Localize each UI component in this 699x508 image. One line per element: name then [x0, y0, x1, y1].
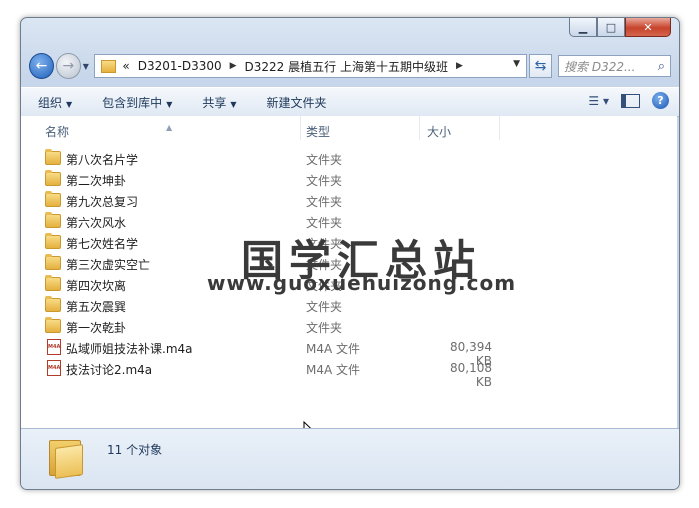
view-options-icon[interactable]: ☰ ▾: [588, 94, 609, 108]
recent-pages-dropdown[interactable]: ▼: [83, 62, 91, 71]
file-list: ▲ 名称 类型 大小 第八次名片学 文件夹 第二次坤卦 文件夹 第九次总复习 文…: [21, 116, 677, 439]
file-type: 文件夹: [306, 300, 343, 314]
file-name: 第七次姓名学: [66, 237, 139, 251]
breadcrumb-item[interactable]: D3201-D3300: [138, 59, 222, 73]
new-folder-label: 新建文件夹: [266, 95, 327, 110]
folder-icon: [45, 149, 61, 165]
forward-arrow-icon: →: [62, 58, 75, 74]
include-in-library-menu[interactable]: 包含到库中 ▼: [102, 94, 172, 111]
file-name: 第九次总复习: [66, 195, 139, 209]
breadcrumb-separator-icon[interactable]: ▶: [230, 61, 237, 71]
folder-icon: [45, 254, 61, 270]
close-button[interactable]: ✕: [625, 18, 671, 37]
folder-icon: [101, 59, 117, 73]
file-name: 弘域师姐技法补课.m4a: [66, 342, 193, 356]
file-row[interactable]: 第二次坤卦 文件夹: [21, 169, 677, 190]
address-bar[interactable]: « D3201-D3300 ▶ D3222 晨植五行 上海第十五期中级班 ▶ ▼: [94, 54, 528, 78]
column-headers: ▲ 名称 类型 大小: [21, 116, 677, 141]
navigation-bar: ← → ▼ « D3201-D3300 ▶ D3222 晨植五行 上海第十五期中…: [29, 49, 672, 83]
file-row[interactable]: 第七次姓名学 文件夹: [21, 232, 677, 253]
column-divider[interactable]: [499, 116, 500, 140]
column-divider[interactable]: [419, 116, 420, 140]
breadcrumb-separator-icon[interactable]: ▶: [456, 61, 463, 71]
help-icon[interactable]: ?: [652, 92, 669, 109]
file-name: 第三次虚实空亡: [66, 258, 151, 272]
sort-ascending-icon: ▲: [166, 123, 173, 132]
command-bar: 组织 ▼ 包含到库中 ▼ 共享 ▼ 新建文件夹 ☰ ▾ ?: [21, 87, 679, 117]
file-type: 文件夹: [306, 195, 343, 209]
column-header-size[interactable]: 大小: [427, 123, 451, 140]
chevron-down-icon: ▼: [166, 99, 173, 109]
refresh-icon: ⇆: [534, 58, 547, 74]
column-divider[interactable]: [300, 116, 301, 140]
refresh-button[interactable]: ⇆: [529, 54, 553, 78]
audio-file-icon: M4A: [47, 360, 61, 376]
object-count: 11 个对象: [107, 443, 163, 457]
file-row[interactable]: 第一次乾卦 文件夹: [21, 316, 677, 337]
column-header-name[interactable]: 名称: [45, 123, 69, 140]
organize-menu[interactable]: 组织 ▼: [38, 94, 72, 111]
organize-label: 组织: [38, 95, 63, 110]
folder-icon: [45, 317, 61, 333]
file-name: 第四次坎离: [66, 279, 127, 293]
file-type: 文件夹: [306, 279, 343, 293]
audio-file-icon: M4A: [47, 339, 61, 355]
maximize-button[interactable]: □: [597, 18, 625, 37]
file-type: 文件夹: [306, 237, 343, 251]
view-controls: ☰ ▾ ?: [588, 92, 669, 109]
file-row[interactable]: M4A 弘域师姐技法补课.m4a M4A 文件 80,394 KB: [21, 337, 677, 368]
file-type: 文件夹: [306, 153, 343, 167]
file-name: 技法讨论2.m4a: [66, 363, 153, 377]
file-row[interactable]: 第四次坎离 文件夹: [21, 274, 677, 295]
file-row[interactable]: 第六次风水 文件夹: [21, 211, 677, 232]
folder-icon: [45, 212, 61, 228]
file-name: 第二次坤卦: [66, 174, 127, 188]
caption-buttons: ▁ □ ✕: [569, 18, 671, 37]
minimize-button[interactable]: ▁: [569, 18, 597, 37]
share-menu[interactable]: 共享 ▼: [202, 94, 236, 111]
search-input[interactable]: 搜索 D322... ⌕: [558, 55, 672, 77]
file-row[interactable]: 第五次震巽 文件夹: [21, 295, 677, 316]
file-type: M4A 文件: [306, 363, 361, 377]
share-label: 共享: [202, 95, 227, 110]
folder-icon: [45, 296, 61, 312]
file-type: 文件夹: [306, 216, 343, 230]
file-size: 80,108 KB: [450, 361, 492, 389]
file-type: 文件夹: [306, 258, 343, 272]
breadcrumb-item-current[interactable]: D3222 晨植五行 上海第十五期中级班: [245, 58, 448, 75]
file-name: 第一次乾卦: [66, 321, 127, 335]
file-name: 第八次名片学: [66, 153, 139, 167]
details-pane: 11 个对象: [21, 428, 679, 489]
back-button[interactable]: ←: [29, 53, 54, 79]
preview-pane-icon[interactable]: [621, 93, 640, 108]
include-in-library-label: 包含到库中: [102, 95, 163, 110]
file-name: 第六次风水: [66, 216, 127, 230]
chevron-down-icon: ▼: [230, 99, 237, 109]
folder-icon: [45, 233, 61, 249]
breadcrumb-overflow[interactable]: «: [122, 59, 129, 73]
folder-icon: [45, 170, 61, 186]
folder-icon: [49, 436, 83, 479]
folder-icon: [45, 191, 61, 207]
folder-icon: [45, 275, 61, 291]
search-placeholder: 搜索 D322...: [564, 59, 636, 74]
search-icon[interactable]: ⌕: [658, 59, 665, 74]
file-row[interactable]: 第三次虚实空亡 文件夹: [21, 253, 677, 274]
forward-button[interactable]: →: [55, 53, 81, 79]
file-name: 第五次震巽: [66, 300, 127, 314]
file-type: M4A 文件: [306, 342, 361, 356]
chevron-down-icon: ▼: [66, 99, 73, 109]
file-row[interactable]: 第九次总复习 文件夹: [21, 190, 677, 211]
file-row[interactable]: M4A 技法讨论2.m4a M4A 文件 80,108 KB: [21, 358, 677, 389]
column-header-type[interactable]: 类型: [306, 123, 330, 140]
file-type: 文件夹: [306, 321, 343, 335]
address-dropdown-icon[interactable]: ▼: [513, 59, 520, 69]
file-row[interactable]: 第八次名片学 文件夹: [21, 148, 677, 169]
explorer-window: ▁ □ ✕ ← → ▼ « D3201-D3300 ▶ D3222 晨植五行 上…: [20, 17, 680, 490]
back-arrow-icon: ←: [35, 58, 48, 74]
new-folder-button[interactable]: 新建文件夹: [267, 94, 327, 111]
file-type: 文件夹: [306, 174, 343, 188]
